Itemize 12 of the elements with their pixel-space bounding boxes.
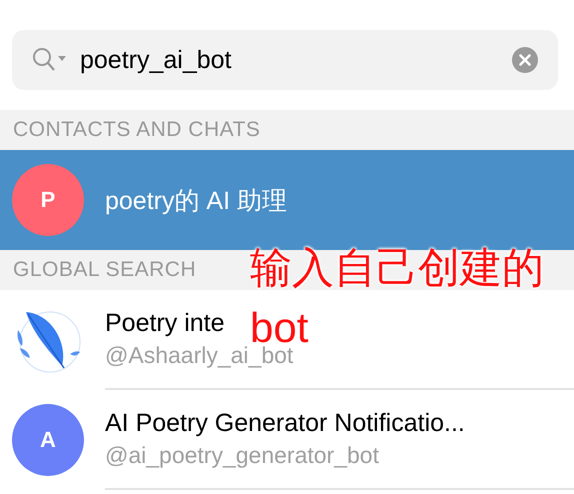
search-input[interactable]: poetry_ai_bot (80, 46, 498, 74)
section-title: GLOBAL SEARCH (13, 258, 196, 282)
section-title: CONTACTS AND CHATS (13, 118, 260, 142)
avatar: P (12, 164, 84, 236)
clear-icon[interactable] (512, 47, 538, 73)
search-field[interactable]: poetry_ai_bot (12, 30, 558, 90)
chat-name: Poetry inte (105, 309, 225, 338)
chat-name: AI Poetry Generator Notificatio... (105, 409, 465, 438)
search-icon (32, 47, 66, 73)
username: @ai_poetry_generator_bot (105, 442, 379, 469)
avatar: A (12, 404, 84, 476)
chat-name: poetry的 AI 助理 (105, 186, 287, 216)
